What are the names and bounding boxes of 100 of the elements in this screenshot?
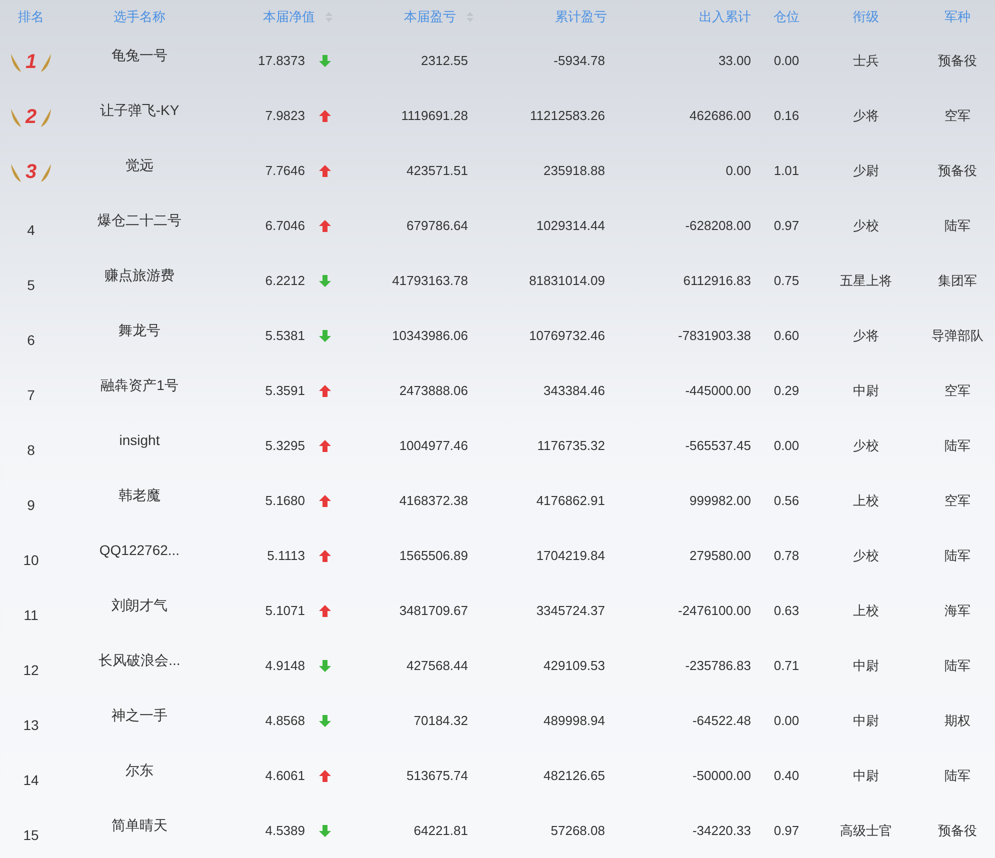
- position-ratio: 0.00: [774, 52, 800, 70]
- column-header: 选手名称: [114, 8, 166, 26]
- season-profit: 10343986.06: [392, 326, 468, 345]
- service-branch: 预备役: [938, 822, 977, 840]
- column-header: 出入累计: [699, 8, 751, 26]
- net-flows: 6112916.83: [683, 272, 751, 290]
- military-rank: 上校: [853, 602, 879, 620]
- net-value: 7.7646: [265, 162, 305, 180]
- service-branch: 陆军: [944, 766, 970, 785]
- season-profit: 4168372.38: [399, 492, 468, 510]
- column-header[interactable]: 本届净值: [263, 6, 333, 26]
- military-rank: 少将: [853, 326, 879, 345]
- net-value: 5.1071: [265, 602, 305, 620]
- total-profit: 235918.88: [544, 162, 605, 180]
- military-rank: 中尉: [853, 712, 879, 730]
- position-ratio: 0.16: [774, 106, 800, 125]
- service-branch: 空军: [944, 492, 970, 510]
- net-value: 4.5389: [265, 822, 305, 840]
- player-name: 爆仓二十二号: [98, 211, 182, 230]
- rank-number: 10: [23, 550, 39, 570]
- military-rank: 中尉: [853, 382, 879, 400]
- position-ratio: 0.97: [774, 822, 800, 840]
- player-name: 刘朗才气: [112, 596, 168, 615]
- service-branch: 陆军: [944, 216, 970, 235]
- column-header: 仓位: [774, 8, 800, 26]
- military-rank: 少校: [853, 546, 879, 565]
- net-value: 4.6061: [265, 766, 305, 785]
- total-profit: 3345724.37: [536, 602, 605, 620]
- player-name: 尔东: [126, 761, 154, 780]
- net-flows: 462686.00: [690, 106, 751, 125]
- position-ratio: 0.56: [774, 492, 800, 510]
- season-profit: 427568.44: [406, 656, 468, 675]
- player-name: 融犇资产1号: [100, 376, 178, 395]
- season-profit: 2473888.06: [399, 382, 468, 400]
- service-branch: 期权: [944, 712, 970, 730]
- season-profit: 423571.51: [406, 162, 468, 180]
- net-value: 6.2212: [265, 272, 305, 290]
- military-rank: 中尉: [853, 766, 879, 785]
- military-rank: 少尉: [853, 162, 879, 180]
- position-ratio: 0.00: [774, 712, 800, 730]
- player-name: 觉远: [126, 156, 154, 175]
- net-flows: 999982.00: [690, 492, 751, 510]
- column-header: 衔级: [853, 8, 879, 26]
- total-profit: 4176862.91: [536, 492, 605, 510]
- position-ratio: 0.78: [774, 546, 800, 565]
- net-value: 5.1680: [265, 492, 305, 510]
- total-profit: 57268.08: [550, 822, 605, 840]
- total-profit: -5934.78: [554, 52, 605, 70]
- net-value: 4.9148: [265, 656, 305, 675]
- service-branch: 陆军: [944, 546, 970, 565]
- rank-number: 1: [25, 52, 37, 72]
- season-profit: 1119691.28: [401, 106, 468, 125]
- position-ratio: 0.60: [774, 326, 800, 345]
- net-value: 4.8568: [265, 712, 305, 730]
- rank-number: 2: [25, 107, 37, 127]
- military-rank: 中尉: [853, 656, 879, 675]
- net-value: 17.8373: [258, 52, 305, 70]
- total-profit: 81831014.09: [529, 272, 605, 290]
- net-flows: -565537.45: [685, 436, 751, 455]
- season-profit: 70184.32: [414, 712, 468, 730]
- net-value: 6.7046: [265, 216, 305, 235]
- rank-number: 14: [23, 770, 39, 790]
- rank-number: 5: [27, 276, 35, 294]
- net-flows: -50000.00: [692, 766, 751, 785]
- position-ratio: 0.29: [774, 382, 800, 400]
- military-rank: 高级士官: [840, 822, 892, 840]
- column-header: 军种: [944, 8, 970, 26]
- net-value: 7.9823: [265, 106, 305, 125]
- player-name: QQ122762...: [99, 541, 180, 560]
- service-branch: 集团军: [938, 272, 977, 290]
- total-profit: 343384.46: [544, 382, 605, 400]
- total-profit: 11212583.26: [530, 106, 605, 125]
- net-value: 5.5381: [265, 326, 305, 345]
- service-branch: 预备役: [938, 52, 977, 70]
- total-profit: 482126.65: [544, 766, 605, 785]
- player-name: 让子弹飞-KY: [100, 101, 180, 120]
- net-flows: -64522.48: [692, 712, 751, 730]
- military-rank: 少校: [853, 436, 879, 455]
- total-profit: 1704219.84: [536, 546, 605, 565]
- net-flows: -2476100.00: [678, 602, 751, 620]
- military-rank: 少校: [853, 216, 879, 235]
- season-profit: 3481709.67: [399, 602, 468, 620]
- position-ratio: 0.00: [774, 436, 800, 455]
- service-branch: 陆军: [944, 656, 970, 675]
- season-profit: 41793163.78: [392, 272, 468, 290]
- rank-number: 9: [27, 496, 35, 514]
- rank-number: 3: [25, 162, 37, 182]
- position-ratio: 0.71: [774, 656, 800, 675]
- column-header[interactable]: 本届盈亏: [404, 6, 474, 26]
- net-flows: 33.00: [718, 52, 751, 70]
- season-profit: 64221.81: [414, 822, 468, 840]
- net-flows: -235786.83: [685, 656, 751, 675]
- player-name: 赚点旅游费: [104, 266, 174, 285]
- total-profit: 429109.53: [544, 656, 605, 675]
- net-flows: -34220.33: [692, 822, 751, 840]
- military-rank: 五星上将: [840, 272, 892, 290]
- service-branch: 空军: [944, 382, 970, 400]
- rank-number: 15: [23, 826, 39, 844]
- rank-number: 8: [27, 440, 35, 460]
- position-ratio: 0.40: [774, 766, 800, 785]
